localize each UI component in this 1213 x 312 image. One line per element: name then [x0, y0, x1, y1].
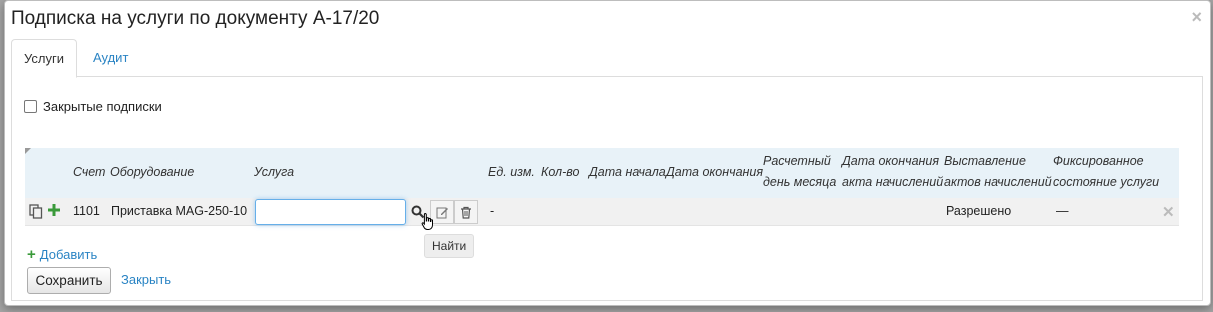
tab-services[interactable]: Услуги — [11, 39, 77, 78]
tab-bar: Услуги Аудит — [11, 39, 1203, 78]
header-unit[interactable]: Ед. изм. — [488, 161, 535, 183]
close-icon[interactable]: × — [1191, 8, 1202, 26]
cell-unit: - — [490, 204, 495, 218]
header-billing-acts-line2[interactable]: актов начислений — [944, 171, 1052, 193]
close-link[interactable]: Закрыть — [121, 272, 171, 287]
save-button[interactable]: Сохранить — [27, 267, 111, 294]
tab-audit[interactable]: Аудит — [81, 39, 140, 78]
service-input[interactable] — [255, 199, 406, 225]
header-act-end-line1[interactable]: Дата окончания — [842, 150, 939, 172]
trash-icon — [461, 206, 471, 219]
cell-account: 1101 — [73, 204, 100, 218]
closed-subscriptions-checkbox[interactable] — [24, 100, 37, 113]
remove-row-icon[interactable]: ✕ — [1162, 203, 1175, 221]
cell-billing-acts: Разрешено — [946, 204, 1012, 218]
header-account[interactable]: Счет — [73, 161, 105, 183]
copy-icon[interactable] — [29, 204, 43, 222]
search-tooltip: Найти — [424, 234, 475, 258]
header-start-date[interactable]: Дата начала — [589, 161, 666, 183]
header-billing-acts-line1[interactable]: Выставление — [944, 150, 1026, 172]
plus-icon: + — [27, 246, 36, 263]
header-end-date[interactable]: Дата окончания — [666, 161, 763, 183]
hand-cursor-icon — [421, 212, 433, 230]
edit-icon — [436, 207, 448, 218]
header-equipment[interactable]: Оборудование — [110, 161, 194, 183]
add-service-link[interactable]: + Добавить — [27, 246, 97, 263]
header-billing-day-line1[interactable]: Расчетный — [763, 150, 831, 172]
header-billing-day-line2[interactable]: день месяца — [763, 171, 836, 193]
add-service-label: Добавить — [39, 247, 98, 262]
header-fixed-state-line1[interactable]: Фиксированное — [1053, 150, 1144, 172]
add-row-icon[interactable] — [47, 202, 61, 221]
table-row: 1101 Приставка MAG-250-10 - Разрешено — … — [25, 198, 1179, 226]
cell-fixed-state: — — [1056, 204, 1069, 218]
closed-subscriptions-label: Закрытые подписки — [43, 99, 162, 114]
delete-button[interactable] — [454, 200, 478, 224]
grid-header: Счет Оборудование Услуга Ед. изм. Кол-во… — [25, 148, 1179, 198]
header-qty[interactable]: Кол-во — [541, 161, 579, 183]
header-act-end-line2[interactable]: акта начислений — [842, 171, 943, 193]
closed-subscriptions-toggle[interactable]: Закрытые подписки — [24, 99, 162, 114]
cell-equipment: Приставка MAG-250-10 — [111, 204, 248, 218]
header-service[interactable]: Услуга — [254, 161, 294, 183]
corner-marker — [25, 148, 31, 154]
service-tools — [406, 200, 478, 224]
dialog-title: Подписка на услуги по документу А-17/20 — [11, 8, 380, 29]
header-fixed-state-line2[interactable]: состояние услуги — [1053, 171, 1159, 193]
